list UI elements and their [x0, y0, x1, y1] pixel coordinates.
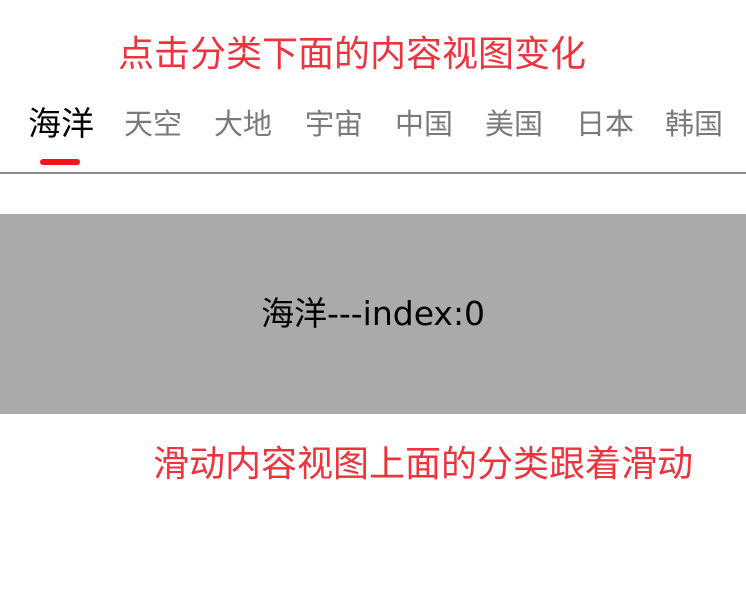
tab-japan[interactable]: 日本 — [576, 98, 634, 172]
tab-ocean[interactable]: 海洋 — [28, 98, 94, 172]
tab-label: 韩国 — [665, 107, 724, 141]
top-caption: 点击分类下面的内容视图变化 — [118, 34, 587, 75]
tab-label: 大地 — [214, 107, 273, 141]
tab-usa[interactable]: 美国 — [485, 98, 543, 172]
content-view[interactable]: 海洋---index:0 — [0, 214, 746, 414]
tab-universe[interactable]: 宇宙 — [305, 98, 363, 172]
bottom-caption: 滑动内容视图上面的分类跟着滑动 — [153, 444, 694, 485]
active-tab-indicator — [40, 159, 80, 165]
tab-label: 天空 — [124, 107, 183, 141]
category-tab-bar[interactable]: 海洋 天空 大地 宇宙 中国 美国 日本 韩国 — [0, 98, 746, 172]
tab-label: 美国 — [485, 107, 544, 141]
tab-korea[interactable]: 韩国 — [665, 98, 723, 172]
tab-label: 日本 — [576, 107, 635, 141]
tab-label: 中国 — [395, 107, 454, 141]
tab-label: 海洋 — [28, 104, 94, 143]
tab-label: 宇宙 — [305, 107, 364, 141]
tab-sky[interactable]: 天空 — [124, 98, 182, 172]
tab-bar-divider — [0, 172, 746, 174]
tab-earth[interactable]: 大地 — [214, 98, 272, 172]
tab-china[interactable]: 中国 — [395, 98, 453, 172]
content-text: 海洋---index:0 — [260, 294, 486, 333]
